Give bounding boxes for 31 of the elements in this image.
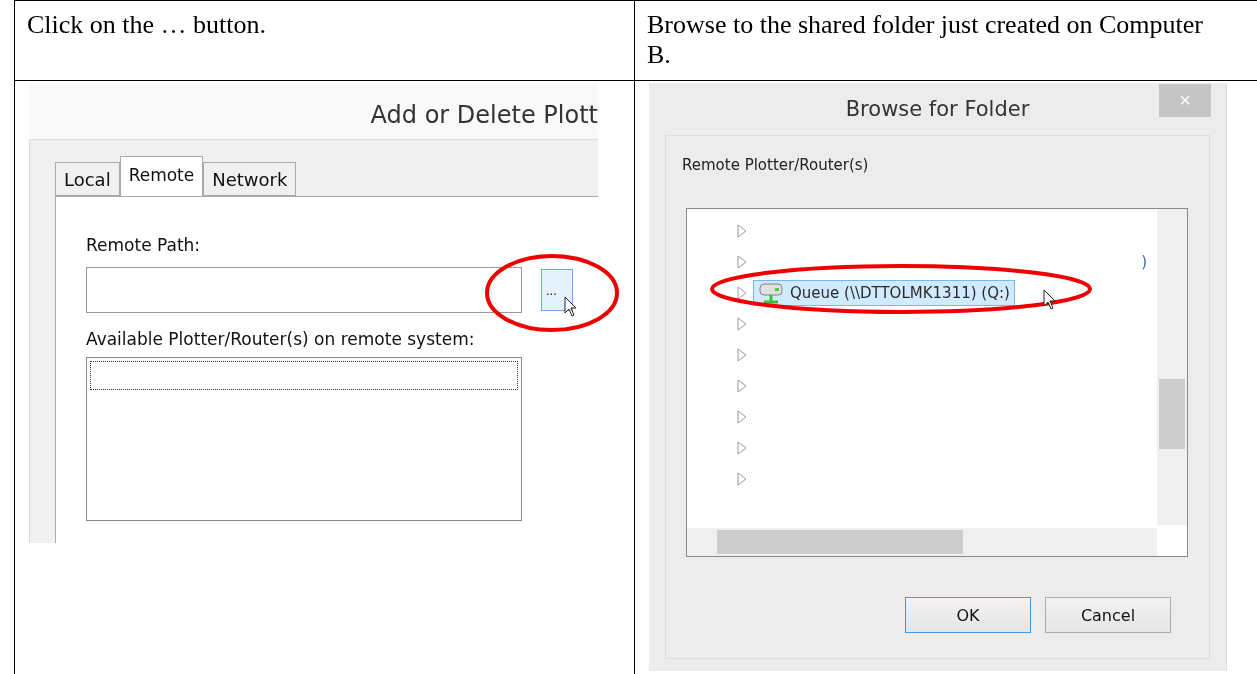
list-box[interactable] bbox=[86, 357, 522, 521]
list-label: Available Plotter/Router(s) on remote system: bbox=[86, 329, 476, 349]
browse-button[interactable]: ... bbox=[541, 269, 573, 311]
dialog-title: Browse for Folder bbox=[845, 97, 1030, 121]
expand-icon[interactable] bbox=[737, 378, 747, 393]
network-drive-icon bbox=[758, 281, 784, 304]
instruction-text: Click on the … button. bbox=[26, 9, 268, 40]
dialog-button[interactable]: OK bbox=[905, 597, 1031, 633]
expand-icon[interactable] bbox=[737, 316, 747, 331]
horizontal-scrollbar[interactable] bbox=[687, 528, 1157, 556]
tree-item-text[interactable]: ) bbox=[1141, 252, 1147, 271]
dialog-button[interactable]: Cancel bbox=[1045, 597, 1171, 633]
tree-item[interactable]: Queue (\\DTTOLMK1311) (Q:) bbox=[753, 279, 1015, 306]
tab[interactable]: Remote bbox=[119, 156, 204, 196]
expand-icon[interactable] bbox=[737, 409, 747, 424]
dialog-title: Add or Delete Plott bbox=[370, 100, 598, 129]
expand-icon[interactable] bbox=[737, 223, 747, 238]
tree-label: Remote Plotter/Router(s) bbox=[682, 156, 870, 174]
cursor-icon bbox=[564, 296, 578, 318]
field-label: Remote Path: bbox=[86, 235, 202, 255]
vertical-scrollbar[interactable] bbox=[1157, 209, 1187, 525]
cursor-icon bbox=[1043, 289, 1057, 311]
tab[interactable]: Network bbox=[203, 162, 297, 196]
expand-icon[interactable] bbox=[737, 471, 747, 486]
expand-icon[interactable] bbox=[737, 254, 747, 269]
instruction-text: Browse to the shared folder just created on Computer B. bbox=[646, 9, 1204, 70]
path-field[interactable] bbox=[86, 267, 522, 313]
tab[interactable]: Local bbox=[55, 162, 120, 196]
expand-icon[interactable] bbox=[737, 285, 747, 300]
expand-icon[interactable] bbox=[737, 440, 747, 455]
expand-icon[interactable] bbox=[737, 347, 747, 362]
